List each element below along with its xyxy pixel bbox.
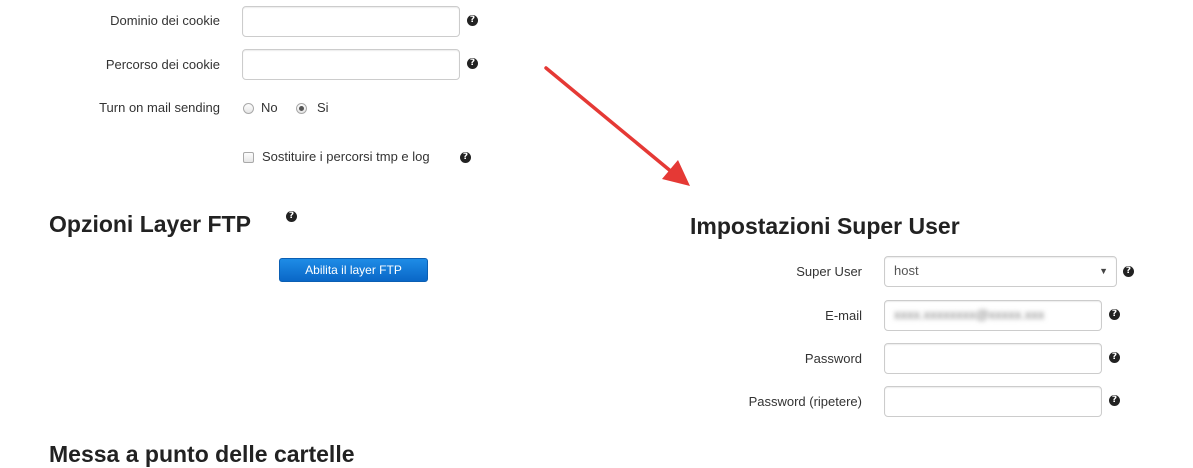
email-label: E-mail	[825, 308, 862, 323]
cookie-domain-label: Dominio dei cookie	[110, 13, 220, 28]
chevron-down-icon: ▼	[1099, 266, 1108, 276]
ftp-section-title: Opzioni Layer FTP	[49, 211, 251, 237]
super-user-select[interactable]: host ▼	[884, 256, 1117, 287]
email-value: xxxx.xxxxxxxx@xxxxx.xxx	[894, 307, 1045, 322]
question-circle-icon[interactable]: ?	[1109, 309, 1120, 320]
folders-section-title: Messa a punto delle cartelle	[49, 441, 355, 467]
question-circle-icon[interactable]: ?	[1109, 352, 1120, 363]
replace-paths-checkbox[interactable]	[243, 152, 254, 163]
mail-yes-radio[interactable]	[296, 103, 307, 114]
question-circle-icon[interactable]: ?	[1109, 395, 1120, 406]
enable-ftp-button[interactable]: Abilita il layer FTP	[279, 258, 428, 282]
question-circle-icon[interactable]: ?	[460, 152, 471, 163]
question-circle-icon[interactable]: ?	[467, 58, 478, 69]
super-user-selected-value: host	[894, 263, 919, 278]
cookie-path-label: Percorso dei cookie	[105, 57, 220, 72]
cookie-domain-input[interactable]	[242, 6, 460, 37]
super-user-label: Super User	[796, 264, 862, 279]
question-circle-icon[interactable]: ?	[286, 211, 297, 222]
password-repeat-input[interactable]	[884, 386, 1102, 417]
mail-yes-label[interactable]: Si	[317, 100, 329, 116]
super-user-section-title: Impostazioni Super User	[690, 213, 960, 239]
cookie-path-input[interactable]	[242, 49, 460, 80]
question-circle-icon[interactable]: ?	[1123, 266, 1134, 277]
mail-sending-label: Turn on mail sending	[99, 100, 220, 115]
mail-no-radio[interactable]	[243, 103, 254, 114]
email-input[interactable]: xxxx.xxxxxxxx@xxxxx.xxx	[884, 300, 1102, 331]
replace-paths-label[interactable]: Sostituire i percorsi tmp e log	[262, 149, 430, 165]
mail-no-label[interactable]: No	[261, 100, 278, 116]
password-input[interactable]	[884, 343, 1102, 374]
red-arrow-annotation	[544, 66, 690, 186]
password-repeat-label: Password (ripetere)	[748, 394, 862, 409]
password-label: Password	[804, 351, 862, 366]
question-circle-icon[interactable]: ?	[467, 15, 478, 26]
